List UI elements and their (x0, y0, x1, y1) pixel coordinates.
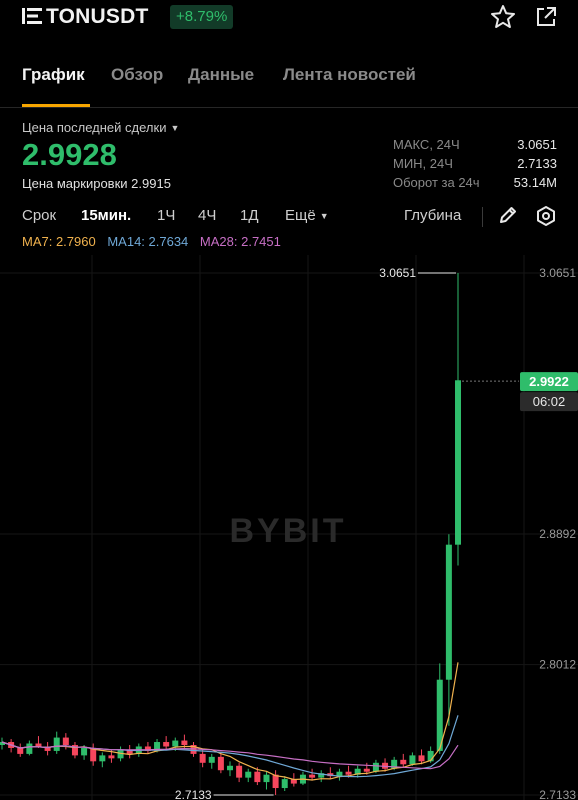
interval-label[interactable]: Срок (22, 207, 56, 224)
candle (236, 765, 243, 778)
tab-data[interactable]: Данные (188, 65, 254, 85)
pair-title[interactable]: TONUSDT (46, 5, 149, 29)
candlestick-chart[interactable]: BYBIT 3.0651 2.8892 2.8012 2.7133 3.0651 2.713… (0, 255, 578, 800)
ma14-label: MA14: 2.7634 (107, 234, 189, 249)
mark-price-label: Цена маркировки (22, 176, 128, 191)
more-intervals-button[interactable]: Ещё ▼ (285, 207, 329, 224)
candle (409, 755, 416, 765)
candle (35, 743, 42, 747)
ma-legend: MA7: 2.7960 MA14: 2.7634 MA28: 2.7451 (22, 234, 289, 249)
candle (345, 771, 352, 775)
last-price: 2.9928 (22, 137, 117, 172)
candle (372, 762, 379, 772)
caret-down-icon: ▼ (319, 211, 329, 221)
stat-value: 53.14M (513, 175, 557, 190)
current-price-label: 2.9922 (529, 374, 569, 389)
chart-canvas[interactable]: BYBIT 3.0651 2.8892 2.8012 2.7133 3.0651 2.713… (0, 255, 578, 800)
candle (418, 755, 425, 762)
interval-15m[interactable]: 15мин. (81, 207, 131, 224)
star-icon[interactable] (490, 4, 516, 30)
candle (53, 737, 60, 751)
stats-panel: МАКС, 24Ч 3.0651 МИН, 24Ч 2.7133 Оборот за… (393, 137, 557, 194)
last-price-label[interactable]: Цена последней сделки ▼ (22, 120, 179, 135)
menu-icon[interactable] (22, 8, 42, 24)
more-label: Ещё (285, 207, 316, 224)
candle (17, 747, 24, 754)
stat-row-turnover: Оборот за 24ч 53.14M (393, 175, 557, 194)
stat-label: Оборот за 24ч (393, 175, 480, 190)
low-marker-label: 2.7133 (175, 788, 212, 800)
candle (108, 755, 115, 759)
y-tick-label: 2.8892 (539, 527, 576, 541)
y-tick-label: 2.7133 (539, 788, 576, 800)
y-tick-label: 2.8012 (539, 658, 576, 672)
high-marker-label: 3.0651 (379, 266, 416, 280)
candle (254, 771, 261, 783)
candle (81, 747, 88, 756)
watermark: BYBIT (230, 512, 347, 550)
stat-value: 3.0651 (517, 137, 557, 152)
candle (400, 759, 407, 765)
tab-chart[interactable]: График (22, 65, 85, 85)
candle (263, 774, 270, 783)
depth-button[interactable]: Глубина (404, 207, 461, 224)
main-tabs: График Обзор Данные Лента новостей (0, 58, 578, 108)
candle (281, 779, 288, 789)
stat-row-low: МИН, 24Ч 2.7133 (393, 156, 557, 175)
stat-value: 2.7133 (517, 156, 557, 171)
y-tick-label: 3.0651 (539, 266, 576, 280)
candle (26, 743, 33, 754)
candle (363, 768, 370, 772)
candle (99, 755, 106, 762)
mark-price-row: Цена маркировки 2.9915 (22, 176, 171, 191)
stat-label: МИН, 24Ч (393, 156, 453, 171)
tab-news-feed[interactable]: Лента новостей (283, 65, 416, 85)
pencil-icon[interactable] (497, 204, 519, 226)
candle (445, 544, 452, 680)
candle (227, 765, 233, 771)
interval-1h[interactable]: 1Ч (157, 207, 175, 224)
candle (199, 753, 206, 763)
ma7-label: MA7: 2.7960 (22, 234, 96, 249)
candle (245, 771, 252, 778)
candle (181, 740, 188, 745)
stat-label: МАКС, 24Ч (393, 137, 460, 152)
candle (62, 737, 69, 745)
share-icon[interactable] (534, 5, 558, 29)
settings-icon[interactable] (535, 205, 557, 227)
countdown-label: 06:02 (533, 394, 566, 409)
candle (217, 756, 224, 771)
candle (172, 740, 179, 747)
header-bar: TONUSDT +8.79% (0, 0, 578, 34)
tab-overview[interactable]: Обзор (111, 65, 163, 85)
candle (272, 774, 279, 789)
caret-down-icon: ▼ (170, 123, 180, 133)
active-tab-indicator (22, 104, 90, 107)
chart-toolbar: Срок 15мин. 1Ч 4Ч 1Д Ещё ▼ Глубина (0, 205, 578, 229)
mark-price-value: 2.9915 (131, 176, 171, 191)
stat-row-high: МАКС, 24Ч 3.0651 (393, 137, 557, 156)
candle (208, 756, 215, 763)
ma28-label: MA28: 2.7451 (199, 234, 281, 249)
interval-4h[interactable]: 4Ч (198, 207, 216, 224)
interval-1d[interactable]: 1Д (240, 207, 259, 224)
toolbar-divider (482, 207, 483, 227)
candle (309, 774, 316, 778)
last-price-label-text: Цена последней сделки (22, 120, 167, 135)
candle (163, 742, 170, 747)
change-badge: +8.79% (170, 5, 234, 29)
candle (455, 380, 461, 545)
